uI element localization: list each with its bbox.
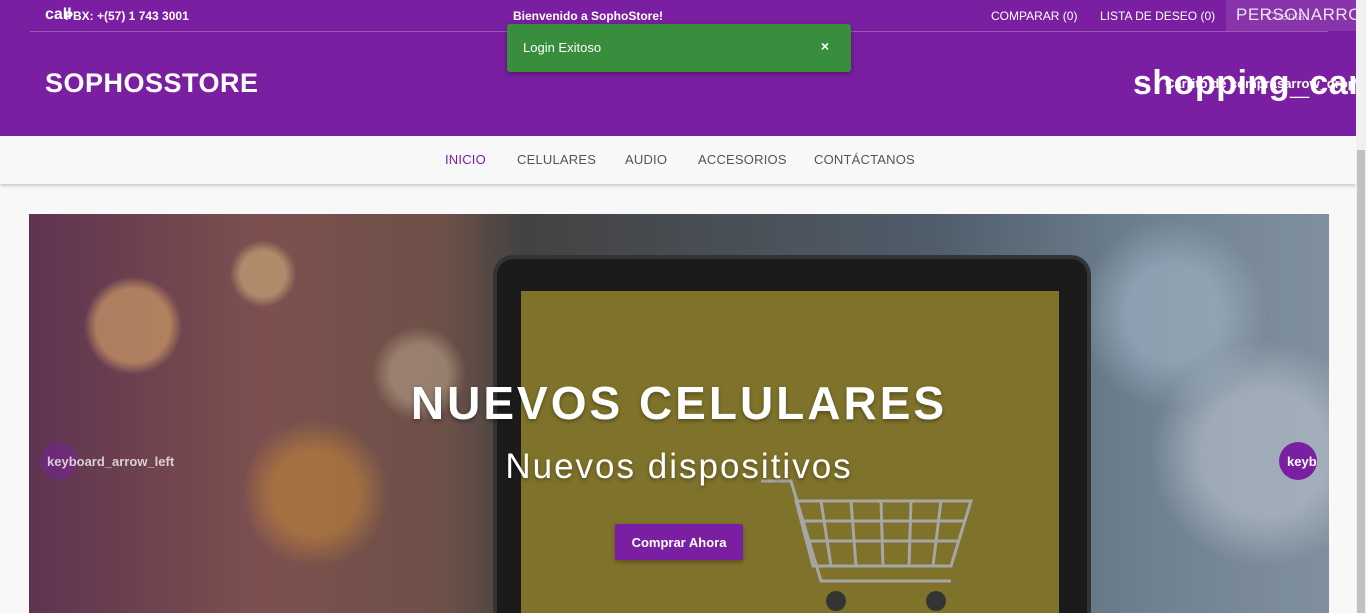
keyboard-arrow-left-icon[interactable]: keyboard_arrow_left [47,454,174,469]
nav-item-audio[interactable]: AUDIO [625,152,667,167]
cart-label[interactable]: Carrito de comprasarrow_drop_down [1165,76,1356,91]
arrow-drop-down-icon: arrow_drop_down [1284,76,1356,91]
scrollbar-thumb[interactable] [1357,150,1365,613]
welcome-message: Bienvenido a SophoStore! [513,9,664,23]
nav-item-accesorios[interactable]: ACCESORIOS [698,152,787,167]
phone-number: PBX: +(57) 1 743 3001 [65,9,189,23]
buy-now-button[interactable]: Comprar Ahora [615,524,743,560]
hero-carousel: NUEVOS CELULARES Nuevos dispositivos Com… [29,214,1329,613]
main-nav: INICIO CELULARES AUDIO ACCESORIOS CONTÁC… [0,136,1356,184]
next-slide-button[interactable]: keyboard_arrow_right [1279,442,1317,480]
keyboard-arrow-right-icon[interactable]: keyboard_arrow_right [1287,454,1317,469]
hero-title: NUEVOS CELULARES [410,377,948,429]
close-icon[interactable]: × [821,38,829,54]
wishlist-link[interactable]: LISTA DE DESEO (0) [1100,9,1215,23]
nav-item-inicio[interactable]: INICIO [445,152,486,167]
nav-item-contactanos[interactable]: CONTÁCTANOS [814,152,915,167]
nav-item-celulares[interactable]: CELULARES [517,152,596,167]
page-scrollbar[interactable] [1356,0,1366,613]
account-menu[interactable]: PERSONARROW Cuenta [1226,0,1356,31]
arrow-icon: ARROW [1310,5,1356,24]
login-toast: Login Exitoso × [507,24,851,72]
hero-subtitle: Nuevos dispositivos [505,447,853,486]
brand-logo[interactable]: SOPHOSSTORE [45,68,259,99]
toast-message: Login Exitoso [523,40,602,55]
compare-link[interactable]: COMPARAR (0) [991,9,1077,23]
account-label: Cuenta [1266,9,1305,23]
